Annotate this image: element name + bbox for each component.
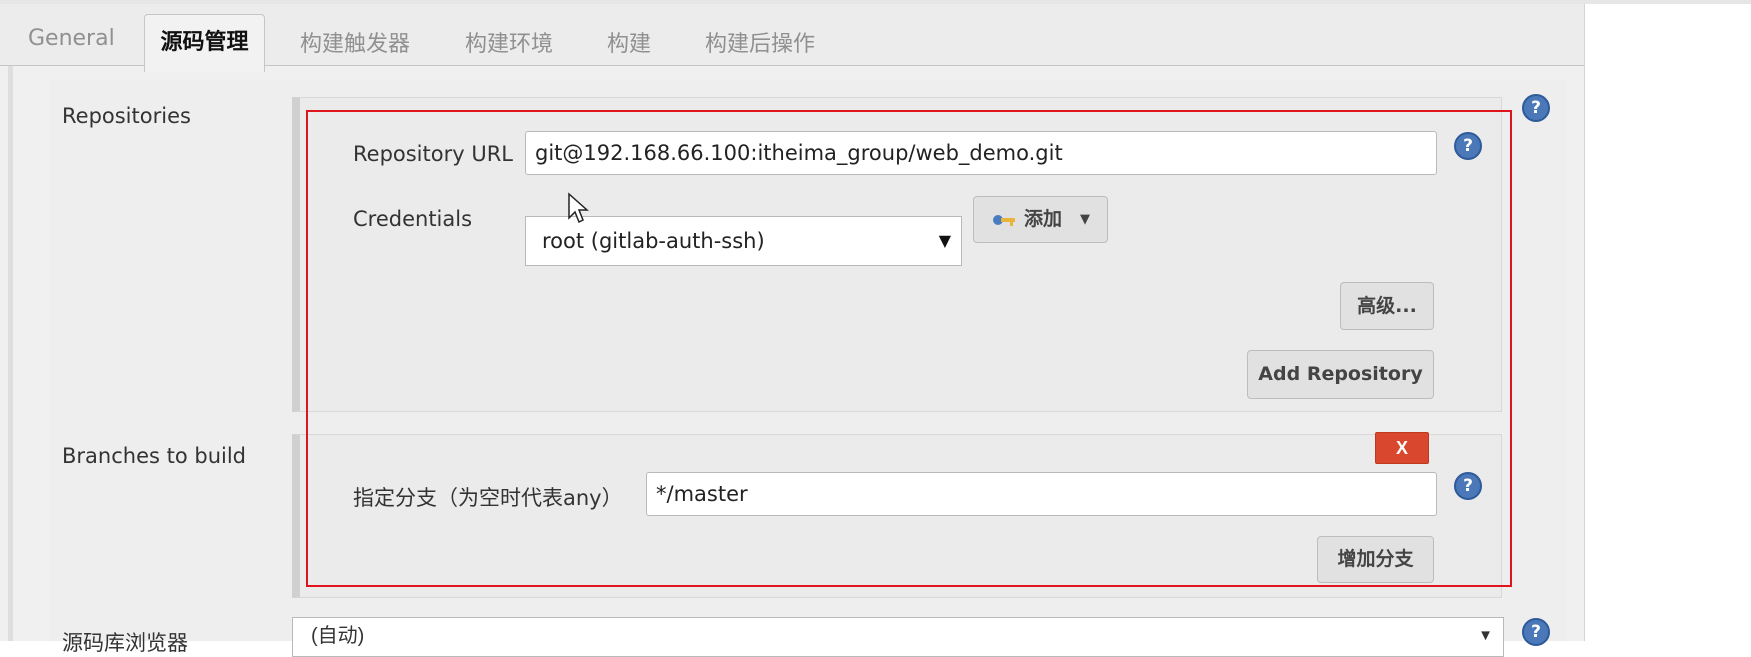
tab-build-environment[interactable]: 构建环境 [465, 26, 553, 58]
repository-browser-selected: (自动) [311, 625, 365, 647]
mouse-cursor-icon [568, 192, 589, 224]
tab-build-triggers[interactable]: 构建触发器 [300, 26, 410, 58]
branches-label: Branches to build [62, 444, 247, 468]
repositories-help-icon[interactable]: ? [1522, 94, 1550, 122]
tab-build[interactable]: 构建 [607, 26, 651, 58]
repository-browser-select[interactable]: (自动) ▼ [292, 617, 1504, 657]
tab-post-build-actions[interactable]: 构建后操作 [705, 26, 815, 58]
repository-browser-help-icon[interactable]: ? [1522, 618, 1550, 646]
section-indent-bar [8, 66, 13, 641]
repositories-label: Repositories [62, 104, 191, 128]
tab-source-management[interactable]: 源码管理 [144, 14, 265, 72]
highlight-box [306, 110, 1512, 587]
repository-browser-label: 源码库浏览器 [62, 631, 188, 655]
dropdown-arrow-icon: ▼ [1478, 627, 1493, 644]
tab-general[interactable]: General [28, 26, 115, 51]
tab-bar: General 源码管理 构建触发器 构建环境 构建 构建后操作 [0, 4, 1584, 72]
